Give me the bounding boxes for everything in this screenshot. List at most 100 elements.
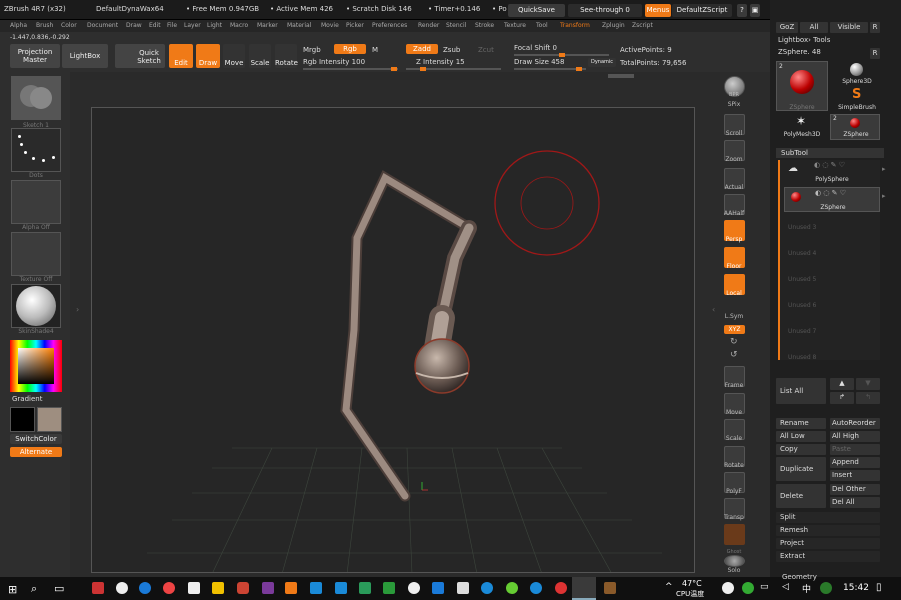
- tool-thumb-zsphere[interactable]: 2 ZSphere: [776, 61, 828, 111]
- dynamic-button[interactable]: Dynamic: [588, 58, 616, 67]
- menu-edit[interactable]: Edit: [149, 22, 161, 29]
- secondary-color-swatch[interactable]: [37, 407, 62, 432]
- tool-thumb-polymesh3d[interactable]: ✶ PolyMesh3D: [776, 114, 828, 140]
- texture-thumbnail[interactable]: [11, 232, 61, 276]
- notifications-icon[interactable]: ▯: [876, 582, 882, 593]
- autoreorder-button[interactable]: AutoReorder: [830, 418, 880, 429]
- project-section[interactable]: Project: [776, 538, 880, 549]
- lightbox-tools-link[interactable]: Lightbox› Tools: [778, 36, 830, 44]
- list-all-button[interactable]: List All: [776, 378, 826, 404]
- insert-button[interactable]: Insert: [830, 470, 880, 481]
- menus-button[interactable]: Menus: [645, 4, 671, 17]
- menu-picker[interactable]: Picker: [346, 22, 364, 29]
- menu-layer[interactable]: Layer: [184, 22, 201, 29]
- edit-button[interactable]: Edit: [169, 44, 193, 68]
- append-button[interactable]: Append: [830, 457, 880, 468]
- mrgb-button[interactable]: Mrgb: [303, 46, 321, 54]
- goz-visible-button[interactable]: Visible: [830, 22, 868, 33]
- tool-thumb-simplebrush[interactable]: S SimpleBrush: [832, 87, 882, 113]
- goz-button[interactable]: GoZ: [776, 22, 798, 33]
- cloud-icon[interactable]: [116, 582, 128, 594]
- network-icon[interactable]: ▭: [760, 582, 769, 592]
- app-icon-11[interactable]: [481, 582, 493, 594]
- task-view-icon[interactable]: ▭: [54, 582, 64, 595]
- toolbar-scroll-indicator[interactable]: [608, 74, 634, 78]
- app-icon-2[interactable]: [163, 582, 175, 594]
- move-button[interactable]: Move: [223, 44, 245, 68]
- z-intensity-track[interactable]: [406, 67, 501, 71]
- color-picker[interactable]: [10, 340, 62, 392]
- menu-render[interactable]: Render: [418, 22, 439, 29]
- subtool-header[interactable]: SubTool: [776, 148, 884, 158]
- goz-all-button[interactable]: All: [800, 22, 828, 33]
- app-icon-5[interactable]: [285, 582, 297, 594]
- app-icon-4[interactable]: [237, 582, 249, 594]
- material-thumbnail[interactable]: [11, 284, 61, 328]
- quick-sketch-button[interactable]: Quick Sketch: [115, 44, 165, 68]
- menu-zplugin[interactable]: Zplugin: [602, 22, 625, 29]
- seethrough-slider[interactable]: See-through 0: [568, 4, 642, 17]
- tool-r-button[interactable]: R: [870, 48, 880, 59]
- m-button[interactable]: M: [372, 46, 378, 54]
- search-icon[interactable]: ⌕: [31, 582, 37, 596]
- stroke-dots-thumbnail[interactable]: [11, 128, 61, 172]
- solo-button[interactable]: [724, 555, 745, 567]
- z-intensity-slider[interactable]: Z Intensity 15: [416, 58, 465, 66]
- app-icon-8[interactable]: [359, 582, 371, 594]
- edge-icon[interactable]: [139, 582, 151, 594]
- scale-button[interactable]: Scale: [249, 44, 271, 68]
- zadd-button[interactable]: Zadd: [406, 44, 438, 54]
- zcut-button[interactable]: Zcut: [478, 46, 494, 54]
- quicksave-button[interactable]: QuickSave: [508, 4, 565, 17]
- subtool-eye2-icon[interactable]: ▸: [882, 192, 886, 200]
- duplicate-button[interactable]: Duplicate: [776, 457, 826, 481]
- draw-size-slider[interactable]: Draw Size 458: [514, 58, 564, 66]
- all-low-button[interactable]: All Low: [776, 431, 826, 442]
- start-icon[interactable]: ⊞: [8, 583, 17, 596]
- rgb-intensity-slider[interactable]: Rgb Intensity 100: [303, 58, 365, 66]
- app-icon-12[interactable]: [506, 582, 518, 594]
- subtool-item-polysphere[interactable]: ☁ ◐ ◌ ✎ ♡ PolySphere: [784, 160, 880, 185]
- help-icon[interactable]: ?: [737, 4, 747, 17]
- draw-button[interactable]: Draw: [196, 44, 220, 68]
- app-icon-1[interactable]: [92, 582, 104, 594]
- alpha-thumbnail[interactable]: [11, 180, 61, 224]
- del-other-button[interactable]: Del Other: [830, 484, 880, 495]
- app-icon-15[interactable]: [604, 582, 616, 594]
- menu-movie[interactable]: Movie: [321, 22, 339, 29]
- geometry-section[interactable]: Geometry: [782, 573, 817, 581]
- menu-stencil[interactable]: Stencil: [446, 22, 466, 29]
- tray-icon-3[interactable]: [820, 582, 832, 594]
- app-icon-10[interactable]: [432, 582, 444, 594]
- tray-icon-1[interactable]: [722, 582, 734, 594]
- default-zscript-button[interactable]: DefaultZScript: [672, 4, 732, 17]
- subtool-visibility-icon[interactable]: ◐ ◌ ✎ ♡: [814, 161, 845, 169]
- app-icon-3[interactable]: [188, 582, 200, 594]
- paste-button[interactable]: Paste: [830, 444, 880, 455]
- menu-alpha[interactable]: Alpha: [10, 22, 27, 29]
- subtool-item-zsphere[interactable]: ◐ ◌ ✎ ♡ ZSphere: [784, 187, 880, 212]
- menu-macro[interactable]: Macro: [230, 22, 248, 29]
- rgb-button[interactable]: Rgb: [334, 44, 366, 54]
- menu-document[interactable]: Document: [87, 22, 118, 29]
- lightbox-button[interactable]: LightBox: [62, 44, 108, 68]
- tray-icon-2[interactable]: [742, 582, 754, 594]
- xyz-button[interactable]: XYZ: [724, 325, 745, 334]
- menu-transform[interactable]: Transform: [560, 22, 590, 29]
- menu-zscript[interactable]: Zscript: [632, 22, 653, 29]
- menu-material[interactable]: Material: [287, 22, 311, 29]
- rename-button[interactable]: Rename: [776, 418, 826, 429]
- sketch-thumbnail[interactable]: [11, 76, 61, 120]
- copy-button[interactable]: Copy: [776, 444, 826, 455]
- merge-up-icon[interactable]: ↰: [856, 392, 880, 404]
- menu-stroke[interactable]: Stroke: [475, 22, 494, 29]
- onenote-icon[interactable]: [262, 582, 274, 594]
- clock[interactable]: 15:42: [843, 583, 869, 593]
- rotate-axis-icon[interactable]: ↻: [730, 337, 738, 347]
- right-tray-arrow-icon[interactable]: ‹: [712, 305, 715, 314]
- merge-down-icon[interactable]: ↱: [830, 392, 854, 404]
- rotate-button[interactable]: Rotate: [275, 44, 298, 68]
- menu-brush[interactable]: Brush: [36, 22, 53, 29]
- menu-tool[interactable]: Tool: [536, 22, 548, 29]
- menu-marker[interactable]: Marker: [257, 22, 278, 29]
